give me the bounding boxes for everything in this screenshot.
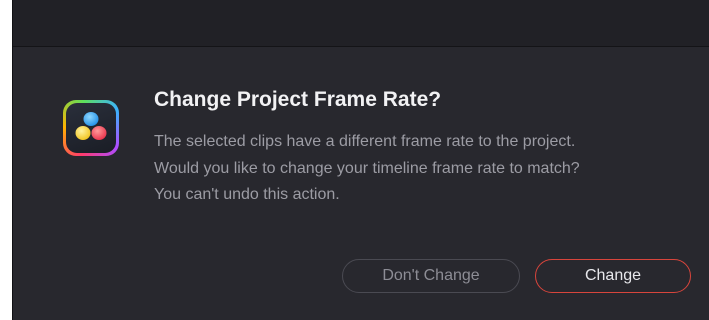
dialog-message: The selected clips have a different fram… <box>154 133 580 203</box>
dialog-titlebar <box>13 0 709 47</box>
davinci-resolve-app-icon <box>63 100 119 156</box>
resolve-petals-icon <box>75 112 107 140</box>
change-button[interactable]: Change <box>535 259 691 293</box>
dont-change-button[interactable]: Don't Change <box>342 259 520 293</box>
dialog-title: Change Project Frame Rate? <box>154 88 442 111</box>
change-frame-rate-dialog: Change Project Frame Rate? The selected … <box>12 0 709 320</box>
